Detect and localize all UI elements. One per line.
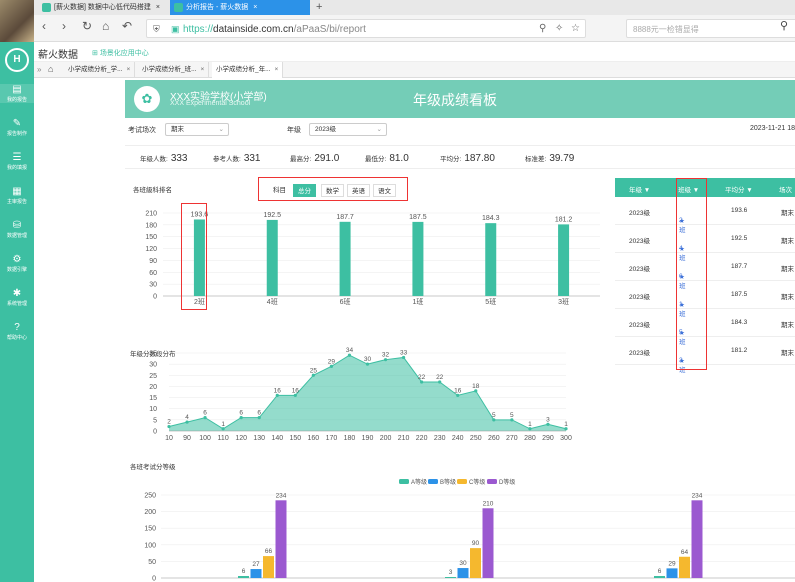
bar [238, 576, 249, 578]
cell-average: 181.2 [731, 347, 748, 354]
bar [482, 508, 494, 578]
column-header-exam[interactable]: 场次 [779, 184, 792, 194]
cell-average: 187.5 [731, 291, 748, 298]
y-tick-label: 100 [144, 542, 156, 549]
cell-grade: 2023级 [629, 210, 650, 217]
data-label: 30 [459, 560, 467, 567]
data-label: 6 [242, 568, 246, 575]
cell-exam: 期末 [781, 266, 794, 273]
cell-exam: 期末 [781, 350, 794, 357]
bar [691, 500, 703, 578]
bar [654, 576, 665, 578]
cell-exam: 期末 [781, 294, 794, 301]
column-header-average[interactable]: 平均分 ▼ [725, 184, 753, 194]
data-label: 64 [681, 549, 689, 556]
cell-exam: 期末 [781, 210, 794, 217]
legend-swatch [487, 479, 497, 484]
legend-label: C等级 [469, 478, 485, 486]
cell-grade: 2023级 [629, 322, 650, 329]
bar [666, 568, 678, 578]
data-label: 6 [658, 568, 662, 575]
y-tick-label: 50 [148, 559, 156, 566]
data-label: 29 [668, 560, 676, 567]
highlight-box [181, 203, 207, 310]
bar [250, 569, 262, 578]
data-label: 3 [449, 569, 453, 576]
y-tick-label: 0 [152, 576, 156, 582]
cell-exam: 期末 [781, 238, 794, 245]
bar [263, 556, 274, 578]
cell-exam: 期末 [781, 322, 794, 329]
y-tick-label: 200 [144, 509, 156, 516]
y-tick-label: 250 [144, 493, 156, 500]
legend-swatch [457, 479, 467, 484]
cell-grade: 2023级 [629, 266, 650, 273]
data-label: 90 [472, 540, 480, 547]
legend-label: D等级 [499, 478, 515, 486]
cell-grade: 2023级 [629, 238, 650, 245]
legend-label: A等级 [411, 478, 427, 486]
cell-average: 192.5 [731, 235, 748, 242]
y-tick-label: 150 [144, 526, 156, 533]
bar [457, 568, 469, 578]
bar [470, 548, 481, 578]
bar [445, 577, 456, 578]
legend-swatch [399, 479, 409, 484]
bar [679, 556, 690, 578]
cell-grade: 2023级 [629, 350, 650, 357]
column-header-grade[interactable]: 年级 ▼ [629, 184, 650, 194]
highlight-box [676, 178, 707, 370]
cell-average: 193.6 [731, 207, 748, 214]
legend-label: B等级 [440, 478, 456, 486]
data-label: 210 [483, 500, 494, 507]
data-label: 66 [265, 548, 273, 555]
data-label: 27 [252, 561, 260, 568]
data-label: 234 [692, 492, 703, 499]
cell-average: 184.3 [731, 319, 748, 326]
bar [275, 500, 287, 578]
cell-grade: 2023级 [629, 294, 650, 301]
legend-swatch [428, 479, 438, 484]
data-label: 234 [276, 492, 287, 499]
cell-average: 187.7 [731, 263, 748, 270]
